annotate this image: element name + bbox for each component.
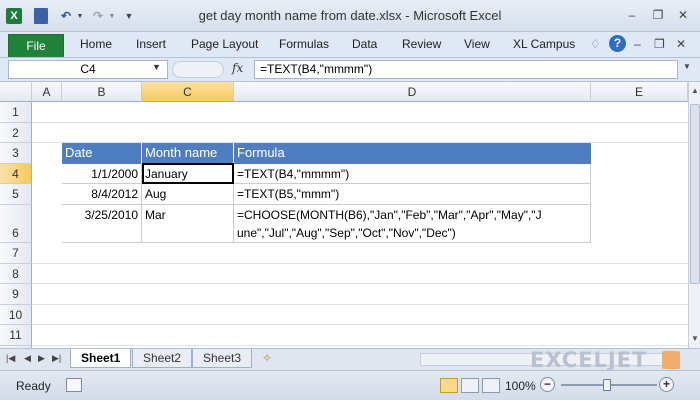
tab-formulas[interactable]: Formulas: [279, 37, 329, 51]
column-header-selected[interactable]: C: [142, 82, 234, 102]
last-sheet-icon[interactable]: ▶|: [52, 353, 61, 364]
table-cell-date[interactable]: 3/25/2010: [62, 205, 142, 243]
row-header[interactable]: 9: [0, 284, 32, 305]
sheet-tab-sheet1[interactable]: Sheet1: [70, 349, 132, 368]
row-header[interactable]: 7: [0, 243, 32, 264]
row-header[interactable]: 3: [0, 143, 32, 164]
insert-function-icon[interactable]: fx: [232, 61, 243, 75]
column-header[interactable]: D: [234, 82, 591, 102]
tab-page-layout[interactable]: Page Layout: [191, 37, 258, 51]
close-button[interactable]: ✕: [674, 7, 692, 23]
macro-recording-icon[interactable]: [66, 378, 82, 392]
active-cell-outline: [142, 163, 234, 184]
table-cell-formula[interactable]: =TEXT(B4,"mmmm"): [234, 164, 591, 184]
row-header[interactable]: 6: [0, 205, 32, 243]
scroll-up-icon[interactable]: ▲: [689, 86, 700, 95]
row-header[interactable]: 11: [0, 325, 32, 346]
column-header[interactable]: A: [32, 82, 62, 102]
row-header[interactable]: 2: [0, 123, 32, 143]
select-all-corner[interactable]: [0, 82, 32, 102]
ribbon-close-window-icon[interactable]: ✕: [676, 37, 686, 51]
row-header[interactable]: 10: [0, 305, 32, 325]
tab-home[interactable]: Home: [80, 37, 112, 51]
gridline: [32, 345, 688, 346]
worksheet-grid[interactable]: A B C D E 1 2 3 4 5 6 7 8 9 10 11 12 Dat…: [0, 82, 688, 348]
ribbon-minimize-window-icon[interactable]: –: [634, 37, 641, 51]
tab-view[interactable]: View: [464, 37, 490, 51]
table-cell-month[interactable]: Aug: [142, 184, 234, 205]
gridline: [32, 324, 688, 325]
ribbon-tabs: File Home Insert Page Layout Formulas Da…: [0, 32, 700, 58]
normal-view-button[interactable]: [440, 378, 458, 393]
sheet-tab-bar: |◀ ◀ ▶ ▶| Sheet1 Sheet2 Sheet3 ✧ EXCELJE…: [0, 348, 700, 372]
sheet-tab-sheet2[interactable]: Sheet2: [132, 349, 193, 368]
row-header[interactable]: 8: [0, 264, 32, 284]
status-bar: Ready 100% − +: [0, 370, 700, 400]
table-cell-month[interactable]: Mar: [142, 205, 234, 243]
zoom-out-button[interactable]: −: [540, 377, 555, 392]
status-ready: Ready: [16, 379, 51, 393]
vertical-scrollbar[interactable]: ▲ ▼: [688, 82, 700, 348]
formula-line: une","Jul","Aug","Sep","Oct","Nov","Dec"…: [237, 226, 456, 240]
table-header-formula[interactable]: Formula: [234, 143, 591, 164]
row-header-selected[interactable]: 4: [0, 164, 32, 184]
zoom-in-button[interactable]: +: [659, 377, 674, 392]
exceljet-watermark: EXCELJET: [530, 348, 648, 372]
name-box[interactable]: C4: [8, 60, 168, 79]
next-sheet-icon[interactable]: ▶: [38, 353, 45, 364]
row-header[interactable]: 1: [0, 102, 32, 123]
vertical-scroll-thumb[interactable]: [690, 104, 700, 284]
table-header-month-name[interactable]: Month name: [142, 143, 234, 164]
exceljet-logo-icon: [662, 351, 680, 369]
page-break-preview-button[interactable]: [482, 378, 500, 393]
title-bar: X ↶ ▼ ↷ ▼ ▼ get day month name from date…: [0, 0, 700, 32]
table-cell-formula[interactable]: =TEXT(B5,"mmm"): [234, 184, 591, 205]
formula-line: =CHOOSE(MONTH(B6),"Jan","Feb","Mar","Apr…: [237, 208, 542, 222]
first-sheet-icon[interactable]: |◀: [6, 353, 15, 364]
formula-input[interactable]: =TEXT(B4,"mmmm"): [254, 60, 678, 79]
tab-file[interactable]: File: [8, 34, 64, 57]
formula-bar: C4 ▼ fx =TEXT(B4,"mmmm") ▼: [0, 58, 700, 82]
gridline: [32, 122, 688, 123]
ribbon-restore-window-icon[interactable]: ❐: [654, 37, 665, 51]
row-header[interactable]: 5: [0, 184, 32, 205]
zoom-slider-thumb[interactable]: [603, 379, 611, 391]
column-header[interactable]: E: [591, 82, 688, 102]
help-icon[interactable]: ?: [609, 35, 626, 52]
zoom-level[interactable]: 100%: [505, 379, 536, 393]
name-box-dropdown-icon[interactable]: ▼: [152, 62, 161, 72]
tab-insert[interactable]: Insert: [136, 37, 166, 51]
expand-formula-bar-icon[interactable]: ▼: [683, 62, 691, 71]
scroll-down-icon[interactable]: ▼: [689, 334, 700, 343]
sheet-tab-sheet3[interactable]: Sheet3: [192, 349, 253, 368]
minimize-button[interactable]: –: [623, 7, 641, 23]
column-header[interactable]: B: [62, 82, 142, 102]
minimize-ribbon-icon[interactable]: ♢: [590, 37, 601, 51]
restore-button[interactable]: ❐: [649, 7, 667, 23]
table-header-date[interactable]: Date: [62, 143, 142, 164]
gridline: [32, 283, 688, 284]
prev-sheet-icon[interactable]: ◀: [24, 353, 31, 364]
table-cell-date[interactable]: 8/4/2012: [62, 184, 142, 205]
formula-bar-controls: [172, 61, 224, 78]
tab-xl-campus[interactable]: XL Campus: [513, 37, 575, 51]
tab-data[interactable]: Data: [352, 37, 377, 51]
insert-sheet-icon[interactable]: ✧: [262, 351, 272, 365]
gridline: [32, 263, 688, 264]
tab-review[interactable]: Review: [402, 37, 441, 51]
window-title: get day month name from date.xlsx - Micr…: [198, 8, 502, 23]
page-layout-view-button[interactable]: [461, 378, 479, 393]
table-cell-formula[interactable]: =CHOOSE(MONTH(B6),"Jan","Feb","Mar","Apr…: [234, 205, 591, 243]
table-cell-date[interactable]: 1/1/2000: [62, 164, 142, 184]
gridline: [32, 304, 688, 305]
